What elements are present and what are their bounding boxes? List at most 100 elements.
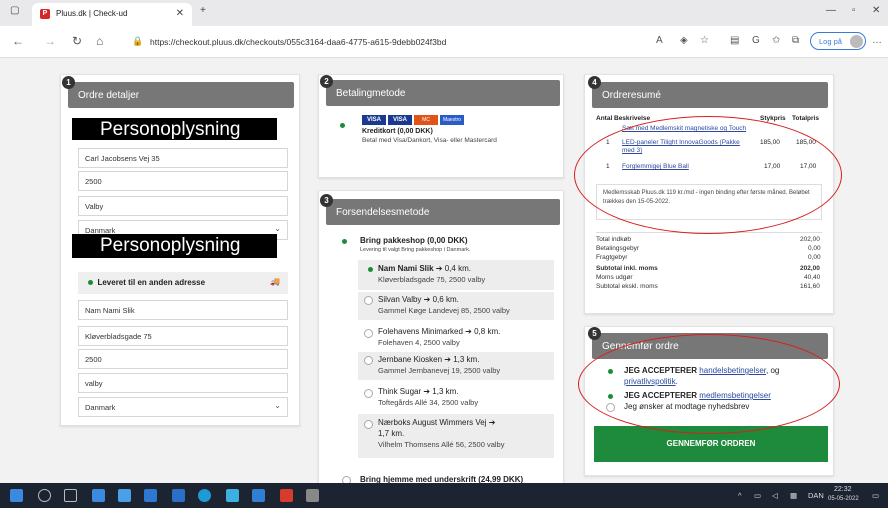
step-number-5: 5	[588, 327, 601, 340]
back-icon[interactable]: ←	[12, 34, 24, 48]
pickup-name: Nam Nami Slik	[378, 264, 434, 273]
pickup-name: Nærboks August Wimmers Vej	[378, 418, 487, 427]
step-number-3: 3	[320, 194, 333, 207]
forward-icon[interactable]: →	[44, 34, 56, 48]
radio-selected-icon	[342, 239, 347, 244]
pluus-favicon-icon: P	[40, 9, 50, 19]
login-button[interactable]: Log på	[810, 32, 866, 50]
favorite-star-icon[interactable]: ☆	[700, 35, 709, 46]
app-icon[interactable]	[144, 489, 157, 502]
pickup-name: Folehavens Minimarked	[378, 327, 463, 336]
pickup-option-2[interactable]: Silvan Valby ➔ 0,6 km. Gammel Køge Landev…	[378, 294, 510, 316]
store-icon[interactable]	[118, 489, 131, 502]
total-label: Total indkøb	[596, 236, 632, 243]
radio-icon[interactable]	[364, 389, 373, 398]
redacted-personal-info-2: Personoplysning	[72, 234, 277, 258]
zip-field[interactable]: 2500	[78, 171, 288, 191]
pickup-name: Silvan Valby	[378, 295, 422, 304]
extensions-icon[interactable]: ◈	[680, 35, 688, 46]
keyboard-icon[interactable]: ▦	[790, 491, 797, 500]
shipping-main-label[interactable]: Bring pakkeshop (0,00 DKK)	[360, 236, 468, 245]
radio-icon[interactable]	[364, 420, 373, 429]
clock-date[interactable]: 05-05-2022	[828, 496, 859, 502]
shipping-title: Forsendelsesmetode	[336, 207, 430, 218]
skype-icon[interactable]	[226, 489, 239, 502]
radio-selected-icon	[340, 123, 345, 128]
close-window-icon[interactable]: ✕	[872, 5, 880, 16]
card-logos: VISA VISA MC Maestro	[362, 115, 472, 126]
avatar	[850, 35, 863, 48]
radio-icon[interactable]	[364, 356, 373, 365]
pickup-distance: 1,3 km.	[453, 355, 480, 364]
edge-icon[interactable]	[198, 489, 211, 502]
read-aloud-icon[interactable]: A	[656, 35, 663, 46]
radio-selected-icon	[88, 280, 93, 286]
home-icon[interactable]: ⌂	[96, 34, 103, 48]
radio-icon[interactable]	[342, 476, 351, 483]
address2-field[interactable]: Kløverbladsgade 75	[78, 326, 288, 346]
network-icon[interactable]: ▭	[754, 491, 761, 500]
new-tab-icon[interactable]: +	[200, 5, 206, 16]
volume-icon[interactable]: ◁	[772, 491, 778, 500]
app-icon[interactable]	[306, 489, 319, 502]
pickup-option-4[interactable]: Jernbane Kiosken ➔ 1,3 km. Gammel Jernban…	[378, 354, 500, 376]
ie-icon[interactable]	[172, 489, 185, 502]
country2-select[interactable]: Danmark ⌄	[78, 397, 288, 417]
radio-icon[interactable]	[364, 329, 373, 338]
pickup-option-6[interactable]: Nærboks August Wimmers Vej ➔ 1,7 km. Vilhe…	[378, 417, 548, 450]
clock-time[interactable]: 22:32	[834, 486, 852, 493]
language-indicator[interactable]: DAN	[808, 491, 824, 500]
pickup-distance: 0,6 km.	[432, 295, 459, 304]
visa-electron-logo: VISA	[388, 115, 412, 125]
total-value: 0,00	[808, 254, 821, 261]
close-tab-icon[interactable]: ✕	[176, 8, 184, 19]
recipient-name-field[interactable]: Nam Nami Slik	[78, 300, 288, 320]
pickup-address: Gammel Køge Landevej 85, 2500 valby	[378, 306, 510, 315]
alt-delivery-option[interactable]: Leveret til en anden adresse 🚚	[78, 272, 288, 294]
browser-tab[interactable]: P Pluus.dk | Check-ud ✕	[32, 3, 192, 26]
task-view-icon[interactable]	[64, 489, 77, 502]
visa-logo: VISA	[362, 115, 386, 125]
search-icon[interactable]	[38, 489, 51, 502]
notifications-icon[interactable]: ▭	[872, 491, 879, 500]
total-label: Subtotal inkl. moms	[596, 265, 658, 272]
lock-icon: 🔒	[132, 36, 144, 46]
city2-field[interactable]: valby	[78, 373, 288, 393]
refresh-icon[interactable]: ↻	[72, 34, 82, 48]
chevron-down-icon: ⌄	[274, 224, 281, 233]
start-icon[interactable]	[10, 489, 23, 502]
g-icon[interactable]: G	[752, 35, 760, 46]
step-number-4: 4	[588, 76, 601, 89]
tab-actions-icon[interactable]: ▢	[10, 5, 19, 16]
order-summary-title: Ordreresumé	[602, 90, 661, 101]
pickup-option-5[interactable]: Think Sugar ➔ 1,3 km. Toftegårds Allé 34,…	[378, 386, 478, 408]
pickup-address: Toftegårds Allé 34, 2500 valby	[378, 398, 479, 407]
app-icon[interactable]	[252, 489, 265, 502]
address-field[interactable]: Carl Jacobsens Vej 35	[78, 148, 288, 168]
collections-icon[interactable]: ⧉	[792, 35, 799, 46]
maximize-icon[interactable]: ▫	[852, 5, 856, 16]
tab-title: Pluus.dk | Check-ud	[56, 9, 128, 18]
col-total: Totalpris	[792, 115, 819, 122]
home-delivery-option[interactable]: Bring hjemme med underskrift (24,99 DKK)	[360, 475, 523, 483]
url-field[interactable]: 🔒 https://checkout.pluus.dk/checkouts/05…	[118, 31, 598, 53]
more-menu-icon[interactable]: …	[872, 35, 882, 46]
pickup-option-1[interactable]: Nam Nami Slik ➔ 0,4 km. Kløverbladsgade 7…	[378, 263, 485, 285]
split-screen-icon[interactable]: ▤	[730, 35, 739, 46]
app-icon[interactable]	[280, 489, 293, 502]
maestro-logo: Maestro	[440, 115, 464, 125]
radio-icon[interactable]	[364, 296, 373, 305]
col-desc: Beskrivelse	[614, 115, 651, 122]
minimize-icon[interactable]: —	[826, 5, 836, 16]
address-bar-row: ← → ↻ ⌂ 🔒 https://checkout.pluus.dk/chec…	[0, 26, 888, 58]
pickup-option-3[interactable]: Folehavens Minimarked ➔ 0,8 km. Folehaven…	[378, 326, 500, 348]
pickup-distance: 1,7 km.	[378, 429, 405, 438]
payment-title: Betalingmetode	[336, 88, 406, 99]
total-value: 40,40	[804, 274, 821, 281]
zip2-field[interactable]: 2500	[78, 349, 288, 369]
favorites-icon[interactable]: ✩	[772, 35, 780, 46]
app-icon[interactable]	[92, 489, 105, 502]
tray-chevron-icon[interactable]: ^	[738, 491, 742, 500]
truck-icon: 🚚	[270, 277, 280, 286]
city-field[interactable]: Valby	[78, 196, 288, 216]
